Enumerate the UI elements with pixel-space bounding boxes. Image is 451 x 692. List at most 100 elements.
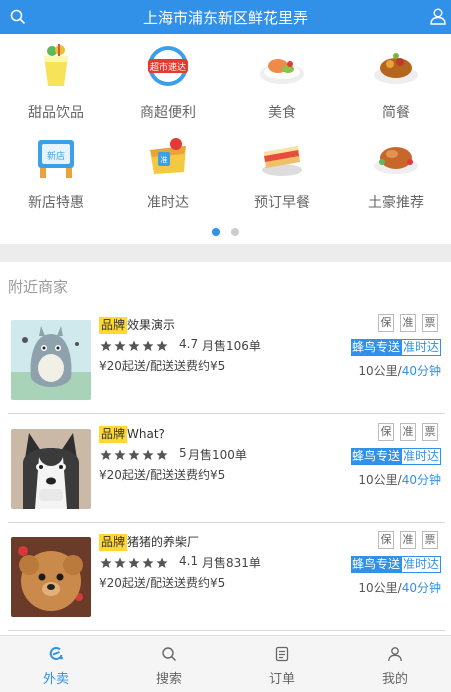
category-label: 美食	[268, 105, 296, 121]
category-on-time[interactable]: 准 准时达	[112, 128, 224, 218]
fengniao-tag: 蜂鸟专送	[350, 339, 401, 356]
fengniao-tag: 蜂鸟专送	[350, 556, 401, 573]
section-gap	[0, 244, 451, 262]
category-label: 预订早餐	[254, 195, 310, 211]
on-time-icon: 准	[144, 132, 192, 180]
husky-image	[11, 429, 91, 509]
shop-name: 猪猪的养柴厂	[127, 535, 200, 549]
tab-profile[interactable]: 我的	[339, 636, 451, 692]
star-icon	[114, 340, 126, 351]
distance-info: 10公里/40分钟	[358, 362, 441, 379]
svg-text:准: 准	[161, 155, 168, 164]
category-dessert[interactable]: 甜品饮品	[0, 38, 112, 128]
carousel-dot-1[interactable]	[211, 228, 220, 236]
monthly-sales: 月售831单	[202, 556, 261, 570]
star-icon	[128, 449, 140, 460]
top-header: 上海市浦东新区鲜花里弄	[0, 0, 451, 34]
star-icon	[156, 449, 168, 460]
guarantee-badge: 保	[378, 423, 394, 441]
category-label: 甜品饮品	[28, 105, 84, 121]
rating-value: 5	[179, 446, 187, 460]
shop-item[interactable]: 品牌 猪猪的养柴厂 4.1 月售831单 ¥20起送/配送送费约¥5 保 准 票…	[0, 523, 451, 631]
invoice-badge: 票	[422, 531, 438, 549]
punctual-badge: 准	[400, 314, 416, 332]
star-rating	[100, 340, 170, 353]
category-label: 商超便利	[140, 105, 196, 121]
location-title[interactable]: 上海市浦东新区鲜花里弄	[143, 7, 308, 28]
shop-name: What?	[127, 427, 165, 441]
star-rating	[100, 557, 170, 570]
eleme-icon	[48, 646, 64, 662]
distance-info: 10公里/40分钟	[358, 579, 441, 596]
on-time-tag: 准时达	[400, 339, 441, 356]
star-icon	[142, 449, 154, 460]
tab-search[interactable]: 搜索	[113, 636, 225, 692]
on-time-tag: 准时达	[400, 448, 441, 465]
star-icon	[100, 557, 112, 568]
guarantee-badge: 保	[378, 531, 394, 549]
star-icon	[142, 340, 154, 351]
star-icon	[156, 340, 168, 351]
brand-badge: 品牌	[99, 534, 128, 551]
search-icon[interactable]	[9, 8, 27, 26]
on-time-tag: 准时达	[400, 556, 441, 573]
category-grid: 甜品饮品 超市速达 商超便利 美食 简餐 新店 新店特惠 准 准时达 预订早餐	[0, 34, 451, 244]
star-icon	[156, 557, 168, 568]
star-icon	[142, 557, 154, 568]
totoro-image	[11, 320, 91, 400]
category-new-store[interactable]: 新店 新店特惠	[0, 128, 112, 218]
divider	[8, 630, 445, 631]
invoice-badge: 票	[422, 314, 438, 332]
delivery-time: 40分钟	[401, 364, 441, 378]
tab-orders[interactable]: 订单	[226, 636, 338, 692]
carousel-dots	[0, 221, 451, 240]
star-icon	[128, 557, 140, 568]
monthly-sales: 月售100单	[188, 448, 247, 462]
invoice-badge: 票	[422, 423, 438, 441]
nearby-title: 附近商家	[8, 278, 69, 296]
category-breakfast[interactable]: 预订早餐	[226, 128, 338, 218]
delivery-tags: 蜂鸟专送 准时达	[350, 556, 441, 573]
tab-takeout[interactable]: 外卖	[0, 636, 112, 692]
category-label: 准时达	[147, 195, 189, 211]
delivery-fee: ¥20起送/配送送费约¥5	[99, 468, 226, 482]
distance-value: 10公里/	[358, 364, 402, 378]
food-plate-icon	[258, 42, 306, 90]
distance-info: 10公里/40分钟	[358, 471, 441, 488]
star-icon	[100, 449, 112, 460]
star-icon	[114, 557, 126, 568]
delivery-fee: ¥20起送/配送送费约¥5	[99, 576, 226, 590]
user-icon[interactable]	[429, 7, 447, 25]
brand-badge: 品牌	[99, 317, 128, 334]
drink-icon	[32, 42, 80, 90]
rating-value: 4.1	[179, 554, 199, 568]
delivery-tags: 蜂鸟专送 准时达	[350, 448, 441, 465]
tab-label: 订单	[268, 672, 295, 687]
svg-text:超市速达: 超市速达	[150, 61, 186, 73]
monthly-sales: 月售106单	[202, 339, 261, 353]
category-label: 土豪推荐	[368, 195, 424, 211]
divider	[8, 413, 445, 414]
carousel-dot-2[interactable]	[231, 228, 240, 236]
shop-item[interactable]: 品牌 效果演示 4.7 月售106单 ¥20起送/配送送费约¥5 保 准 票 蜂…	[0, 306, 451, 414]
category-recommend[interactable]: 土豪推荐	[340, 128, 451, 218]
new-store-icon: 新店	[32, 132, 80, 180]
star-icon	[128, 340, 140, 351]
shop-name: 效果演示	[127, 318, 176, 332]
category-food[interactable]: 美食	[226, 38, 338, 128]
delivery-time: 40分钟	[401, 581, 441, 595]
rating-value: 4.7	[179, 337, 199, 351]
category-label: 新店特惠	[28, 195, 84, 211]
bottom-tabbar: 外卖 搜索 订单 我的	[0, 635, 451, 692]
guarantee-badge: 保	[378, 314, 394, 332]
supermarket-icon: 超市速达	[144, 42, 192, 90]
shop-item[interactable]: 品牌 What? 5 月售100单 ¥20起送/配送送费约¥5 保 准 票 蜂鸟…	[0, 415, 451, 523]
punctual-badge: 准	[400, 423, 416, 441]
category-supermarket[interactable]: 超市速达 商超便利	[112, 38, 224, 128]
search-icon	[161, 646, 177, 662]
punctual-badge: 准	[400, 531, 416, 549]
breakfast-icon	[258, 132, 306, 180]
tab-label: 搜索	[155, 672, 182, 687]
category-simple-meal[interactable]: 简餐	[340, 38, 451, 128]
fengniao-tag: 蜂鸟专送	[350, 448, 401, 465]
